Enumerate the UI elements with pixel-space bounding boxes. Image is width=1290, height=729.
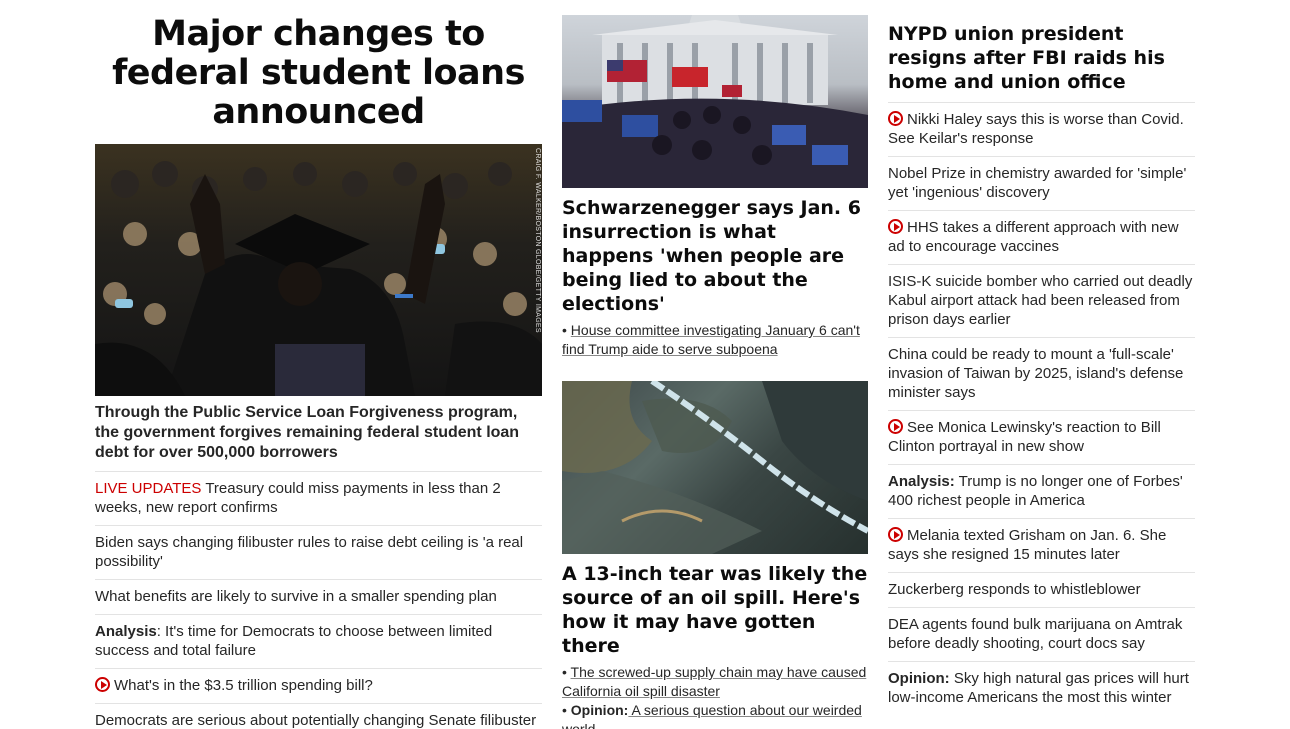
play-icon <box>888 111 903 126</box>
list-item[interactable]: Democrats are serious about potentially … <box>95 704 542 729</box>
list-item[interactable]: DEA agents found bulk marijuana on Amtra… <box>888 608 1195 662</box>
list-item[interactable]: Biden says changing filibuster rules to … <box>95 526 542 580</box>
oil-spill-headline[interactable]: A 13-inch tear was likely the source of … <box>562 562 868 658</box>
list-item[interactable]: Zuckerberg responds to whistleblower <box>888 573 1195 608</box>
play-icon <box>888 219 903 234</box>
list-item[interactable]: LIVE UPDATES Treasury could miss payment… <box>95 472 542 526</box>
list-item[interactable]: Nikki Haley says this is worse than Covi… <box>888 103 1195 157</box>
lead-story-column: Major changes to federal student loans a… <box>95 0 542 729</box>
analysis-label: Analysis <box>95 623 157 640</box>
photo-credit: CRAIG F. WALKER/BOSTON GLOBE/GETTY IMAGE… <box>534 148 541 333</box>
live-updates-label: LIVE UPDATES <box>95 480 202 497</box>
bullet-link[interactable]: • House committee investigating January … <box>562 321 868 359</box>
list-item[interactable]: Analysis: It's time for Democrats to cho… <box>95 615 542 669</box>
lead-headline[interactable]: Major changes to federal student loans a… <box>95 15 542 132</box>
list-item[interactable]: China could be ready to mount a 'full-sc… <box>888 338 1195 411</box>
list-item[interactable]: See Monica Lewinsky's reaction to Bill C… <box>888 411 1195 465</box>
play-icon <box>888 527 903 542</box>
analysis-label: Analysis: <box>888 473 955 490</box>
list-item[interactable]: Analysis: Trump is no longer one of Forb… <box>888 465 1195 519</box>
lead-caption[interactable]: Through the Public Service Loan Forgiven… <box>95 403 542 472</box>
list-item[interactable]: ISIS-K suicide bomber who carried out de… <box>888 265 1195 338</box>
bullet-link[interactable]: • Opinion: A serious question about our … <box>562 701 868 729</box>
play-icon <box>95 677 110 692</box>
list-item[interactable]: What benefits are likely to survive in a… <box>95 580 542 615</box>
list-item[interactable]: HHS takes a different approach with new … <box>888 211 1195 265</box>
opinion-label: Opinion: <box>570 702 629 718</box>
opinion-label: Opinion: <box>888 670 950 687</box>
right-list: Nikki Haley says this is worse than Covi… <box>888 103 1195 715</box>
list-item[interactable]: Melania texted Grisham on Jan. 6. She sa… <box>888 519 1195 573</box>
right-stories-column: NYPD union president resigns after FBI r… <box>888 0 1195 715</box>
list-item[interactable]: What's in the $3.5 trillion spending bil… <box>95 669 542 704</box>
schwarzenegger-headline[interactable]: Schwarzenegger says Jan. 6 insurrection … <box>562 196 868 316</box>
nypd-headline[interactable]: NYPD union president resigns after FBI r… <box>888 22 1195 103</box>
list-item[interactable]: Nobel Prize in chemistry awarded for 'si… <box>888 157 1195 211</box>
lead-related-list: LIVE UPDATES Treasury could miss payment… <box>95 472 542 729</box>
list-item[interactable]: Opinion: Sky high natural gas prices wil… <box>888 662 1195 715</box>
bullet-link[interactable]: • The screwed-up supply chain may have c… <box>562 663 868 701</box>
middle-stories-column: Schwarzenegger says Jan. 6 insurrection … <box>562 0 868 729</box>
play-icon <box>888 419 903 434</box>
graduation-photo[interactable]: CRAIG F. WALKER/BOSTON GLOBE/GETTY IMAGE… <box>95 144 542 396</box>
capitol-riot-photo[interactable] <box>562 15 868 188</box>
oil-spill-photo[interactable] <box>562 381 868 554</box>
